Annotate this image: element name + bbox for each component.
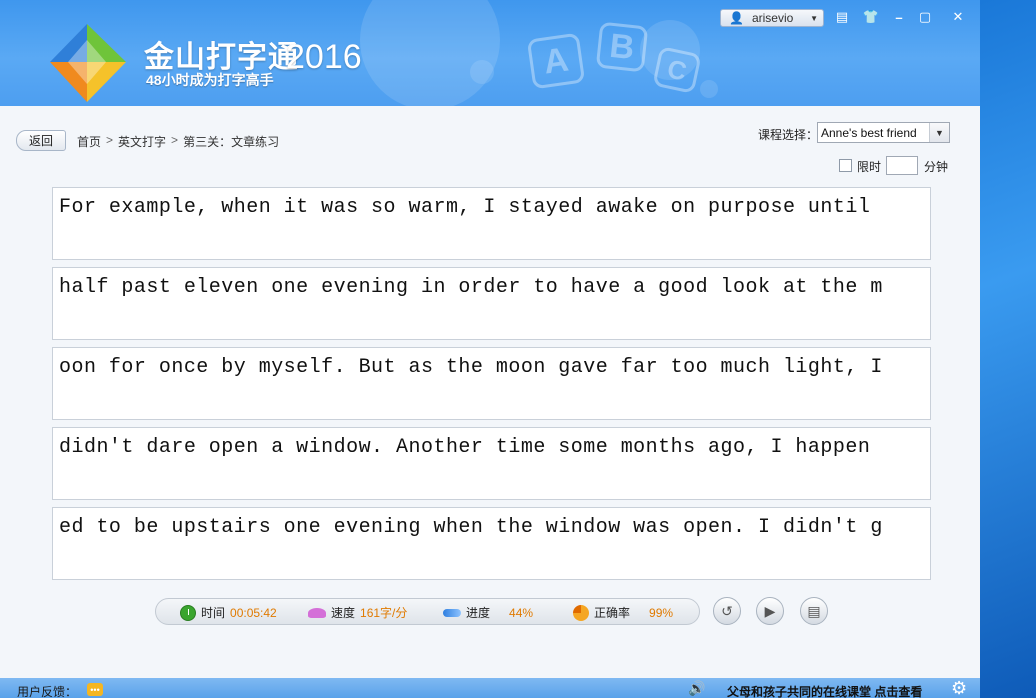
stat-time: 时间 00:05:42 (180, 604, 277, 621)
practice-line[interactable]: For example, when it was so warm, I stay… (52, 187, 931, 260)
decor-bubble (700, 80, 718, 98)
brand-slogan: 48小时成为打字高手 (146, 72, 274, 88)
time-limit-unit: 分钟 (924, 160, 949, 174)
stat-speed: 速度 161字/分 (308, 604, 407, 621)
stat-speed-label: 速度 (331, 606, 356, 620)
stat-progress-value: 44% (509, 605, 534, 620)
brand-year: 2016 (286, 38, 362, 76)
abc-block-b: B (595, 21, 649, 73)
practice-line-text: ed to be upstairs one evening when the w… (59, 516, 883, 539)
progress-icon (443, 608, 461, 617)
minimize-icon[interactable]: – (888, 7, 910, 27)
report-icon: ▤ (807, 602, 821, 619)
practice-line[interactable]: half past eleven one evening in order to… (52, 267, 931, 340)
breadcrumb: 首页 > 英文打字 > 第三关：文章练习 (77, 133, 279, 150)
pie-icon (573, 604, 589, 621)
stat-accuracy-label: 正确率 (594, 606, 631, 620)
practice-line[interactable]: oon for once by myself. But as the moon … (52, 347, 931, 420)
footer-bar: 用户反馈： ••• 🔊 父母和孩子共同的在线课堂 点击查看 ⚙ (0, 678, 980, 698)
stat-speed-value: 161字/分 (360, 606, 408, 620)
stat-progress-label: 进度 (466, 606, 491, 620)
time-limit-input[interactable] (886, 156, 918, 175)
decor-bubble (470, 60, 494, 84)
chevron-down-icon[interactable]: ▼ (929, 123, 949, 142)
practice-line-text: didn't dare open a window. Another time … (59, 436, 871, 459)
shirt-icon[interactable]: 👕 (860, 7, 882, 27)
typing-stats-bar: 时间 00:05:42 速度 161字/分 进度 44% 正确率 99% (155, 598, 700, 625)
restart-icon: ↺ (721, 602, 733, 619)
maximize-icon[interactable]: ▢ (914, 7, 936, 27)
back-button[interactable]: 返回 (16, 130, 66, 151)
clock-icon (180, 604, 196, 621)
decor-bubble (360, 0, 500, 106)
play-icon: ▶ (764, 602, 776, 619)
restart-button[interactable]: ↺ (713, 597, 741, 625)
practice-line[interactable]: didn't dare open a window. Another time … (52, 427, 931, 500)
course-label: 课程选择： (758, 128, 819, 142)
chevron-down-icon: ▼ (810, 13, 818, 23)
time-limit-checkbox[interactable] (839, 159, 852, 172)
breadcrumb-separator: > (171, 133, 179, 147)
promo-link[interactable]: 父母和孩子共同的在线课堂 点击查看 (727, 683, 922, 698)
app-window: A B C 金山打字通 2016 48小时成为打字高手 👤 arisevio ▼… (0, 0, 980, 698)
skin-icon[interactable]: ▤ (831, 7, 853, 27)
stat-time-label: 时间 (201, 606, 226, 620)
stat-accuracy-value: 99% (649, 605, 674, 620)
practice-line[interactable]: ed to be upstairs one evening when the w… (52, 507, 931, 580)
breadcrumb-separator: > (106, 133, 114, 147)
stat-progress: 进度 44% (443, 604, 533, 621)
feedback-label: 用户反馈： (17, 685, 78, 698)
practice-line-text: half past eleven one evening in order to… (59, 276, 883, 299)
abc-block-c: C (652, 46, 702, 94)
play-button[interactable]: ▶ (756, 597, 784, 625)
username: arisevio (751, 11, 794, 25)
course-select-value: Anne's best friend (821, 125, 917, 140)
breadcrumb-current: 第三关：文章练习 (183, 135, 280, 149)
chat-icon[interactable]: ••• (87, 683, 103, 696)
course-select[interactable]: Anne's best friend ▼ (817, 122, 950, 143)
diamond-icon (308, 607, 326, 618)
stat-accuracy: 正确率 99% (573, 604, 673, 621)
desktop-background (980, 0, 1036, 698)
breadcrumb-english[interactable]: 英文打字 (118, 133, 166, 150)
abc-block-a: A (526, 32, 586, 90)
app-logo (50, 24, 126, 102)
stat-time-value: 00:05:42 (230, 605, 277, 620)
time-limit-label: 限时 (857, 160, 882, 174)
practice-line-text: For example, when it was so warm, I stay… (59, 196, 871, 219)
close-icon[interactable]: ✕ (947, 7, 969, 27)
breadcrumb-home[interactable]: 首页 (77, 133, 101, 150)
gear-icon[interactable]: ⚙ (951, 678, 967, 698)
report-button[interactable]: ▤ (800, 597, 828, 625)
practice-line-text: oon for once by myself. But as the moon … (59, 356, 883, 379)
header-banner: A B C 金山打字通 2016 48小时成为打字高手 👤 arisevio ▼… (0, 0, 980, 106)
speaker-icon[interactable]: 🔊 (688, 680, 705, 697)
user-avatar-icon: 👤 (729, 11, 744, 25)
user-account-dropdown[interactable]: 👤 arisevio ▼ (720, 9, 824, 27)
